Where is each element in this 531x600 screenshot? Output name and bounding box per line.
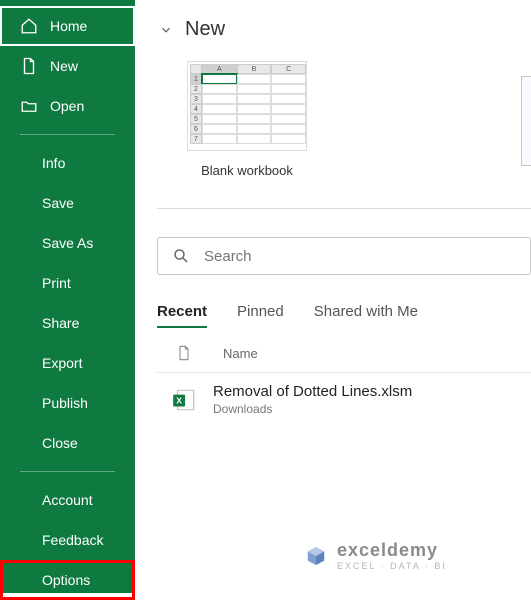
excel-file-icon: X <box>171 387 197 413</box>
sidebar-home-label: Home <box>50 18 87 34</box>
search-input[interactable] <box>204 248 516 265</box>
sidebar-save-as[interactable]: Save As <box>0 223 135 263</box>
watermark: exceldemy EXCEL · DATA · BI <box>305 540 447 571</box>
sidebar-new[interactable]: New <box>0 46 135 86</box>
file-list-header: Name <box>157 332 531 373</box>
divider-under-templates <box>157 208 531 209</box>
chevron-down-icon <box>157 21 175 39</box>
sidebar-save[interactable]: Save <box>0 183 135 223</box>
template-blank-workbook[interactable]: ABC 1 2 3 4 5 6 7 Blank workbook <box>187 61 307 178</box>
new-section-header[interactable]: New <box>157 18 531 41</box>
main-panel: New ABC 1 2 3 4 5 6 7 Blank workbook Rec… <box>135 0 531 593</box>
sidebar-share[interactable]: Share <box>0 303 135 343</box>
sidebar-info[interactable]: Info <box>0 143 135 183</box>
sidebar-open[interactable]: Open <box>0 86 135 126</box>
open-folder-icon <box>20 97 38 115</box>
sidebar-feedback[interactable]: Feedback <box>0 520 135 560</box>
template-label: Blank workbook <box>187 163 307 178</box>
home-icon <box>20 17 38 35</box>
watermark-tagline: EXCEL · DATA · BI <box>337 561 447 571</box>
sidebar-publish[interactable]: Publish <box>0 383 135 423</box>
tab-shared[interactable]: Shared with Me <box>314 303 418 328</box>
tab-pinned[interactable]: Pinned <box>237 303 284 328</box>
section-title: New <box>185 18 225 41</box>
sidebar-divider-2 <box>20 471 115 472</box>
file-text: Removal of Dotted Lines.xlsm Downloads <box>213 383 412 416</box>
file-header-name: Name <box>223 346 258 361</box>
search-box[interactable] <box>157 237 531 275</box>
sidebar-account[interactable]: Account <box>0 480 135 520</box>
file-row[interactable]: X Removal of Dotted Lines.xlsm Downloads <box>157 373 531 426</box>
svg-text:X: X <box>176 395 182 405</box>
file-name: Removal of Dotted Lines.xlsm <box>213 383 412 400</box>
sidebar-home[interactable]: Home <box>0 6 135 46</box>
logo-cube-icon <box>305 545 327 567</box>
search-icon <box>172 247 190 265</box>
new-file-icon <box>20 57 38 75</box>
sidebar-open-label: Open <box>50 98 84 114</box>
backstage-sidebar: Home New Open Info Save Save As Print Sh… <box>0 0 135 593</box>
file-path: Downloads <box>213 402 412 416</box>
sidebar-divider-1 <box>20 134 115 135</box>
sidebar-new-label: New <box>50 58 78 74</box>
recent-tabs: Recent Pinned Shared with Me <box>157 303 531 328</box>
sidebar-options[interactable]: Options <box>0 560 135 600</box>
tab-recent[interactable]: Recent <box>157 303 207 328</box>
sidebar-close[interactable]: Close <box>0 423 135 463</box>
sidebar-export[interactable]: Export <box>0 343 135 383</box>
file-header-icon <box>175 344 193 362</box>
next-template-peek[interactable] <box>521 76 531 166</box>
template-thumbnail: ABC 1 2 3 4 5 6 7 <box>187 61 307 151</box>
watermark-brand: exceldemy <box>337 540 438 560</box>
sidebar-print[interactable]: Print <box>0 263 135 303</box>
